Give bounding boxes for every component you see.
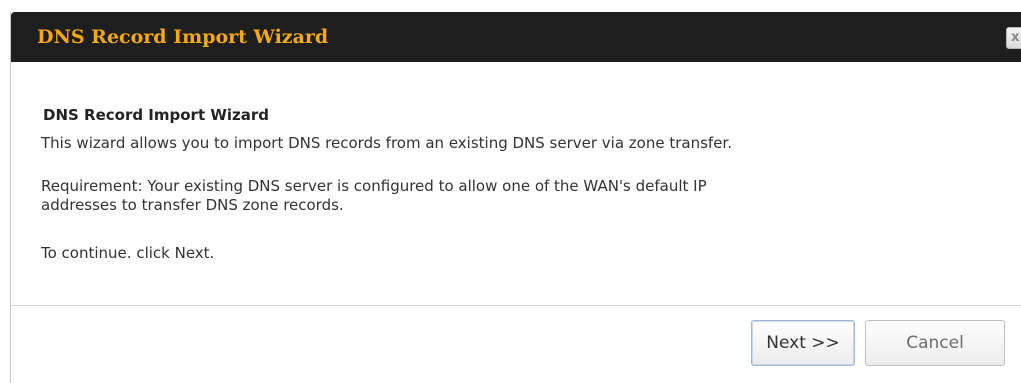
- close-icon[interactable]: x: [1011, 29, 1019, 47]
- cancel-button[interactable]: Cancel: [865, 320, 1005, 366]
- wizard-requirement: Requirement: Your existing DNS server is…: [41, 177, 707, 215]
- wizard-heading: DNS Record Import Wizard: [43, 106, 270, 124]
- dns-import-wizard-dialog: DNS Record Import Wizard x DNS Record Im…: [10, 12, 1021, 383]
- dialog-footer: Next >> Cancel: [11, 306, 1021, 383]
- next-button[interactable]: Next >>: [751, 320, 855, 366]
- wizard-description: This wizard allows you to import DNS rec…: [41, 134, 732, 152]
- requirement-line-2: addresses to transfer DNS zone records.: [41, 196, 344, 214]
- close-button[interactable]: x: [1006, 27, 1021, 49]
- dialog-body: DNS Record Import Wizard This wizard all…: [11, 62, 1021, 305]
- wizard-instruction: To continue. click Next.: [41, 244, 215, 262]
- dialog-title: DNS Record Import Wizard: [37, 26, 329, 48]
- requirement-line-1: Requirement: Your existing DNS server is…: [41, 177, 707, 195]
- dialog-titlebar[interactable]: DNS Record Import Wizard x: [11, 12, 1021, 62]
